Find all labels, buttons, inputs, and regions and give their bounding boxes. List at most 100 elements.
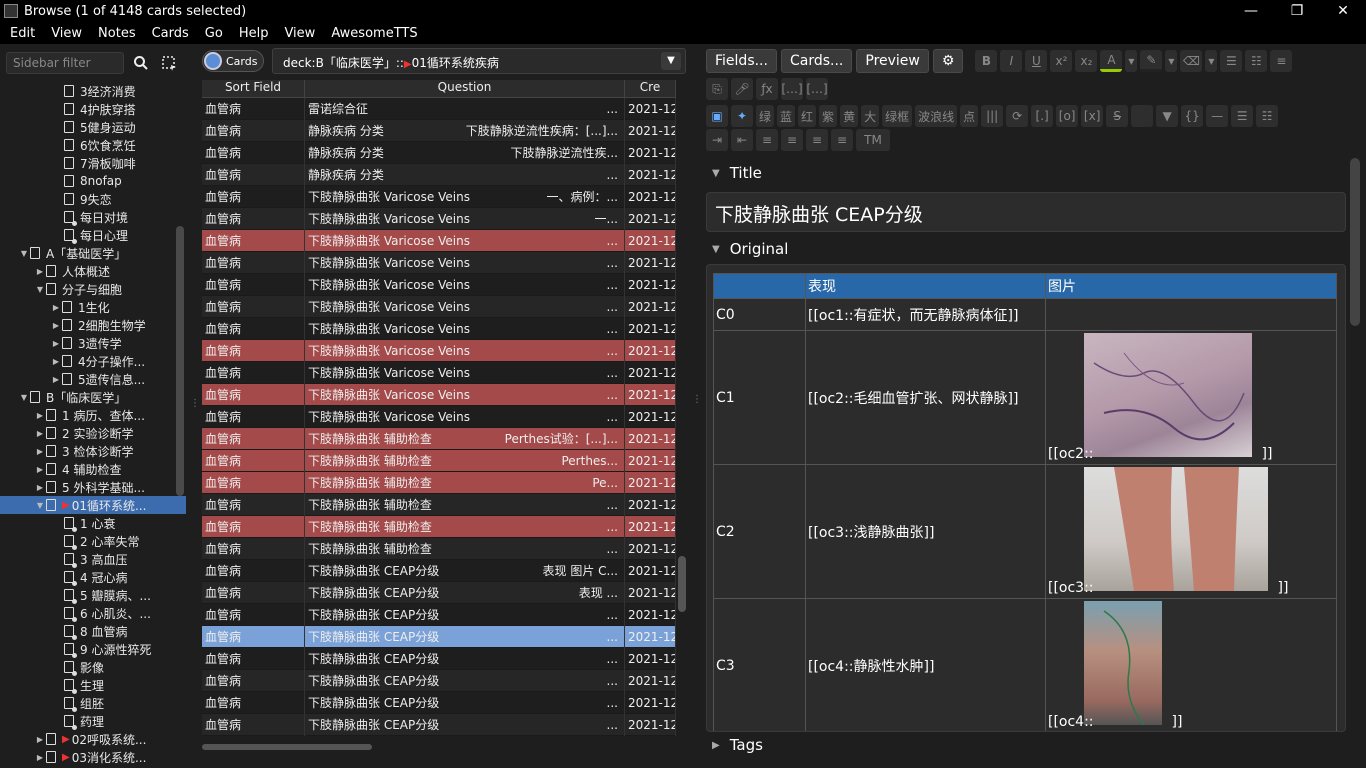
chevron-right-icon[interactable]: ▶ (50, 321, 62, 330)
chevron-right-icon[interactable]: ▶ (50, 303, 62, 312)
toolbar-extra-icon[interactable] (1131, 105, 1154, 127)
table-row[interactable]: 血管病 下肢静脉曲张 Varicose Veins... 2021-12 (202, 361, 676, 384)
sidebar-filter-input[interactable]: Sidebar filter (6, 52, 124, 74)
chevron-down-icon[interactable]: ▼ (18, 393, 30, 402)
gear-icon[interactable]: ⚙ (932, 49, 964, 73)
superscript-icon[interactable]: x² (1050, 50, 1073, 72)
sidebar-deck-item[interactable]: 药理 (0, 712, 186, 730)
sidebar-deck-item[interactable]: 8 血管病 (0, 622, 186, 640)
chevron-right-icon[interactable]: ▶ (34, 753, 46, 762)
select-area-icon[interactable] (158, 52, 180, 74)
sidebar-deck-item[interactable]: ▶ 3 检体诊断学 (0, 442, 186, 460)
format-button[interactable]: 红 (798, 105, 817, 127)
table-row[interactable]: 血管病 下肢静脉曲张 CEAP分级... 2021-12 (202, 603, 676, 626)
chevron-down-icon[interactable]: ▼ (34, 285, 46, 294)
sidebar-deck-item[interactable]: 1 心衰 (0, 514, 186, 532)
toolbar-extra-icon[interactable]: S̶ (1106, 105, 1129, 127)
preview-button[interactable]: Preview (856, 49, 929, 73)
table-row[interactable]: 血管病 静脉疾病 分类... 2021-12 (202, 163, 676, 186)
indent-icon[interactable]: ⇥ (706, 129, 728, 151)
table-row[interactable]: 血管病 下肢静脉曲张 CEAP分级... 2021-12 (202, 669, 676, 692)
attach-icon[interactable]: ⎘ (706, 78, 728, 100)
tm-button[interactable]: TM (856, 129, 890, 151)
title-field-input[interactable]: 下肢静脉曲张 CEAP分级 (706, 192, 1346, 232)
table-row[interactable]: 血管病 下肢静脉曲张 CEAP分级... 2021-12 (202, 691, 676, 714)
toolbar-extra-icon[interactable]: [o] (1056, 105, 1079, 127)
toolbar-extra-icon[interactable]: ☰ (1231, 105, 1254, 127)
table-horizontal-scrollbar[interactable] (202, 744, 372, 750)
sidebar-deck-item[interactable]: 6饮食烹饪 (0, 136, 186, 154)
fields-button[interactable]: Fields... (706, 49, 777, 73)
sidebar-deck-item[interactable]: 5健身运动 (0, 118, 186, 136)
eraser-icon[interactable]: ⌫ (1180, 50, 1203, 72)
sidebar-deck-item[interactable]: ▶ 2细胞生物学 (0, 316, 186, 334)
sidebar-deck-item[interactable]: 9 心源性猝死 (0, 640, 186, 658)
sidebar-deck-item[interactable]: 9失恋 (0, 190, 186, 208)
splitter-handle[interactable]: ⋮ (190, 398, 200, 409)
sidebar-deck-item[interactable]: 5 瓣膜病、... (0, 586, 186, 604)
menu-help[interactable]: Help (231, 26, 277, 41)
bullet-list-icon[interactable]: ☰ (1220, 50, 1243, 72)
maximize-button[interactable]: ❐ (1274, 0, 1320, 22)
format-button[interactable]: 绿 (756, 105, 775, 127)
underline-icon[interactable]: U (1025, 50, 1048, 72)
table-row[interactable]: 血管病 下肢静脉曲张 CEAP分级 表现 ... 2021-12 (202, 581, 676, 604)
sidebar-deck-item[interactable]: ▶ ▶ 03消化系统... (0, 748, 186, 766)
table-row[interactable]: 血管病 下肢静脉曲张 Varicose Veins 一、病例：... 2021-12 (202, 185, 676, 208)
chevron-right-icon[interactable]: ▶ (50, 339, 62, 348)
format-button[interactable]: 波浪线 (915, 105, 958, 127)
text-color-icon[interactable]: A (1100, 50, 1123, 72)
outdent-icon[interactable]: ⇤ (731, 129, 753, 151)
sidebar-deck-item[interactable]: 组胚 (0, 694, 186, 712)
image-occlusion-icon[interactable]: ▣ (706, 105, 728, 127)
splitter-handle-2[interactable]: ⋮ (692, 394, 702, 405)
table-row[interactable]: 血管病 下肢静脉曲张 辅助检查 Perthes试验：[...]... 2021-12 (202, 427, 676, 450)
chevron-down-icon[interactable]: ▼ (661, 52, 681, 70)
table-row[interactable]: 血管病 下肢静脉曲张 辅助检查... 2021-12 (202, 537, 676, 560)
table-row[interactable]: 血管病 下肢静脉曲张 CEAP分级 表现 图片 C... 2021-12 (202, 559, 676, 582)
toolbar-extra-icon[interactable]: {} (1181, 105, 1204, 127)
field-title-label[interactable]: ▼ Title (712, 164, 762, 182)
sidebar-deck-item[interactable]: 4 冠心病 (0, 568, 186, 586)
sidebar-deck-item[interactable]: ▼ ▶ 01循环系统... (0, 496, 186, 514)
sidebar-deck-item[interactable]: ▶ 4分子操作... (0, 352, 186, 370)
sidebar-deck-item[interactable]: 每日心理 (0, 226, 186, 244)
justify-icon[interactable]: ≡ (831, 129, 853, 151)
original-field[interactable]: 表现 图片 C0 [[oc1::有症状，而无静脉病体征]] C1 [[oc2::… (706, 264, 1346, 732)
bird-icon[interactable]: ✦ (731, 105, 753, 127)
sidebar-deck-item[interactable]: ▶ 人体概述 (0, 262, 186, 280)
format-button[interactable]: 蓝 (777, 105, 796, 127)
sidebar-deck-item[interactable]: 3 高血压 (0, 550, 186, 568)
align-left-icon[interactable]: ≡ (781, 129, 803, 151)
table-row[interactable]: 血管病 下肢静脉曲张 辅助检查... 2021-12 (202, 493, 676, 516)
toolbar-extra-icon[interactable]: ☷ (1256, 105, 1279, 127)
menu-edit[interactable]: Edit (2, 26, 43, 41)
bold-icon[interactable]: B (975, 50, 998, 72)
menu-cards[interactable]: Cards (144, 26, 197, 41)
format-button[interactable]: 绿框 (882, 105, 913, 127)
sidebar-deck-item[interactable]: 3经济消费 (0, 82, 186, 100)
table-vertical-scrollbar[interactable] (678, 556, 686, 612)
toolbar-extra-icon[interactable]: ▼ (1156, 105, 1179, 127)
chevron-right-icon[interactable]: ▶ (34, 483, 46, 492)
format-button[interactable]: 点 (960, 105, 979, 127)
toolbar-extra-icon[interactable]: ⟳ (1006, 105, 1029, 127)
subscript-icon[interactable]: x₂ (1075, 50, 1098, 72)
toolbar-extra-icon[interactable]: — (1206, 105, 1229, 127)
toolbar-extra-icon[interactable]: [x] (1081, 105, 1104, 127)
chevron-right-icon[interactable]: ▶ (34, 411, 46, 420)
chevron-right-icon[interactable]: ▶ (34, 735, 46, 744)
chevron-down-icon[interactable]: ▼ (18, 249, 30, 258)
table-row[interactable]: 血管病 静脉疾病 分类 下肢静脉逆流性疾... 2021-12 (202, 141, 676, 164)
highlight-icon[interactable]: ✎ (1140, 50, 1163, 72)
sidebar-deck-item[interactable]: ▼ B「临床医学」 (0, 388, 186, 406)
sidebar-deck-item[interactable]: 6 心肌炎、... (0, 604, 186, 622)
sidebar-deck-item[interactable]: 每日对境 (0, 208, 186, 226)
menu-awesometts[interactable]: AwesomeTTS (323, 26, 425, 41)
sidebar-scrollbar[interactable] (176, 226, 184, 496)
table-row[interactable]: 血管病 下肢静脉曲张 Varicose Veins... 2021-12 (202, 251, 676, 274)
chevron-right-icon[interactable]: ▶ (34, 267, 46, 276)
sidebar-deck-item[interactable]: ▶ ▶ 02呼吸系统... (0, 730, 186, 748)
field-tags-label[interactable]: ▶ Tags (712, 736, 763, 754)
chevron-right-icon[interactable]: ▶ (34, 465, 46, 474)
